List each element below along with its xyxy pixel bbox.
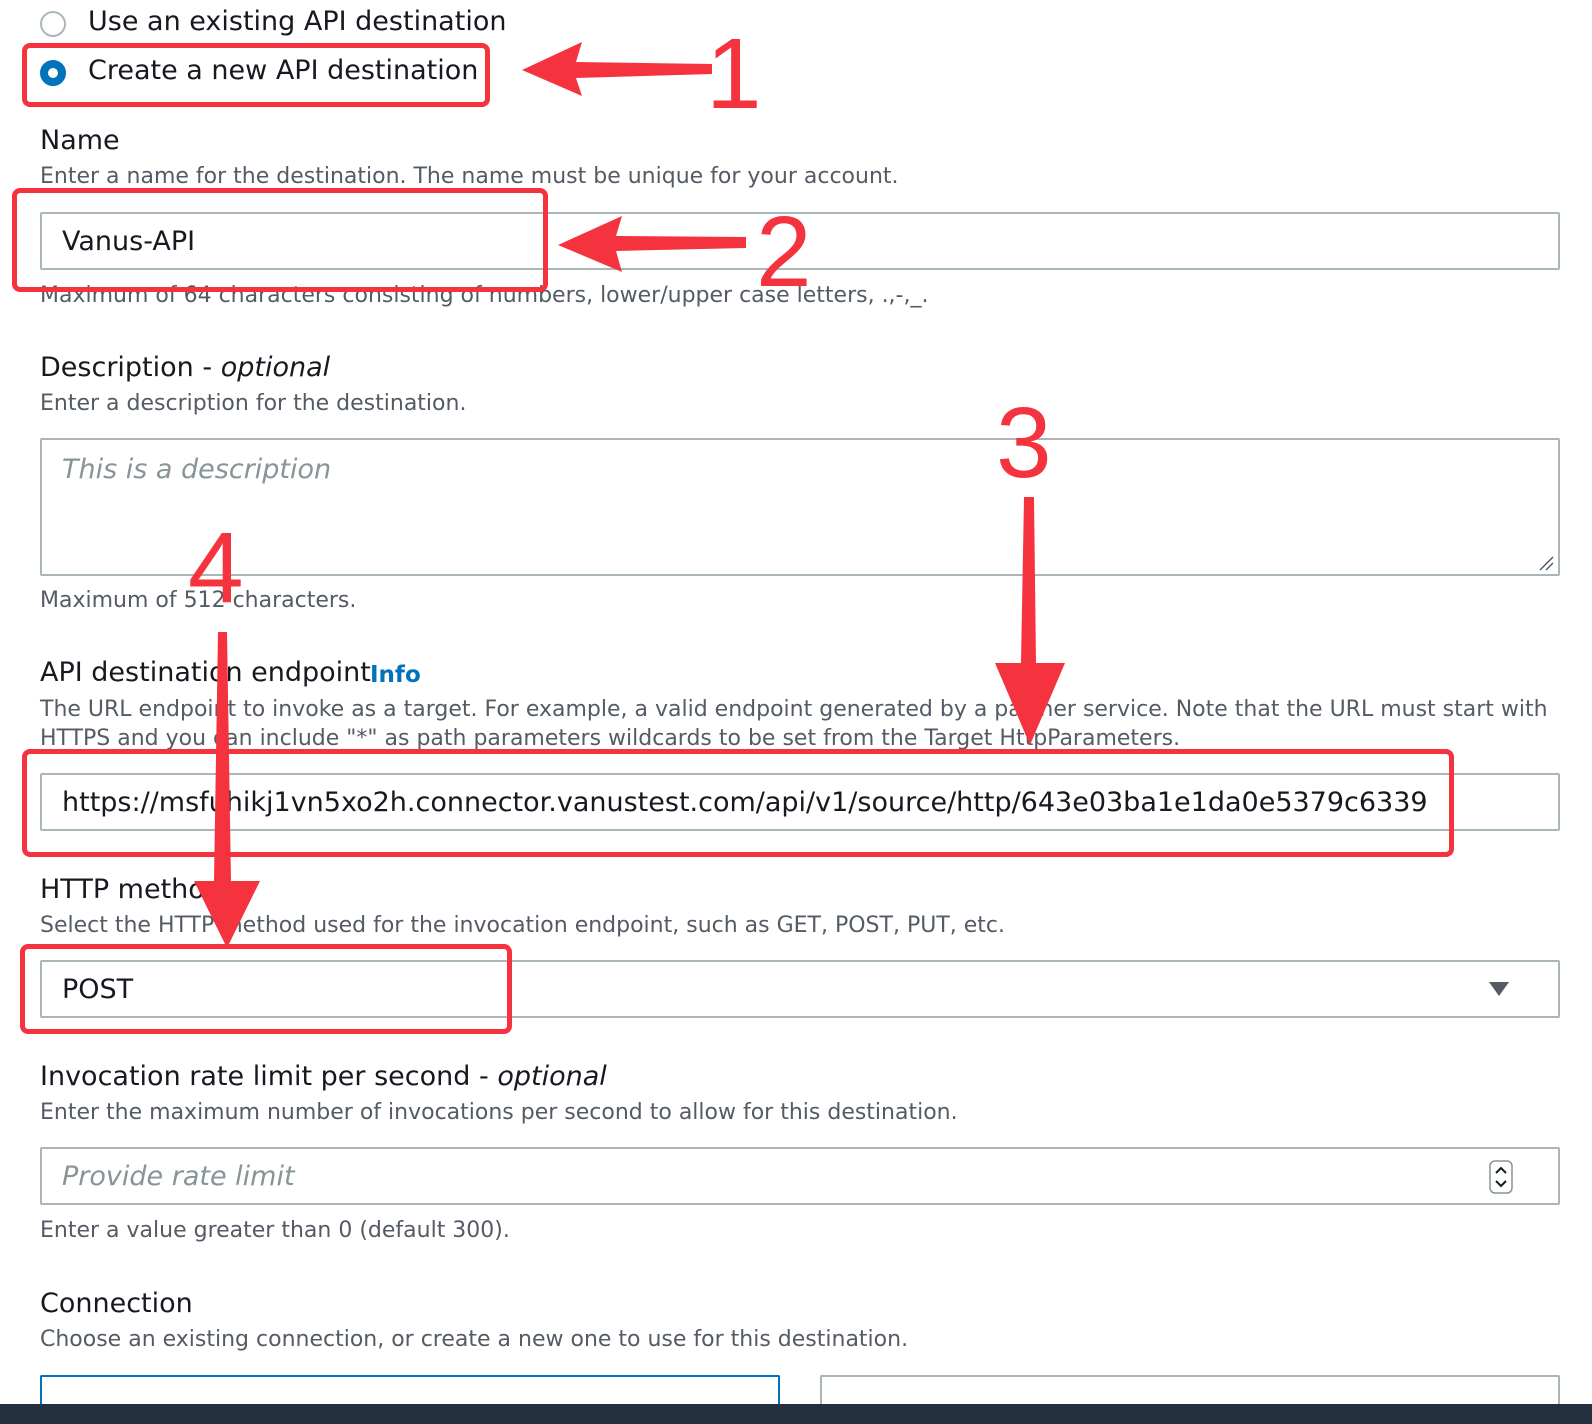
annotation-number-2: 2: [756, 196, 812, 308]
annotation-number-4: 4: [188, 512, 244, 624]
arrow-2: [558, 216, 746, 272]
arrow-4: [194, 632, 260, 948]
arrow-1: [522, 42, 712, 96]
arrow-3: [995, 497, 1065, 745]
annotation-number-1: 1: [706, 18, 762, 130]
annotation-number-3: 3: [996, 387, 1052, 499]
